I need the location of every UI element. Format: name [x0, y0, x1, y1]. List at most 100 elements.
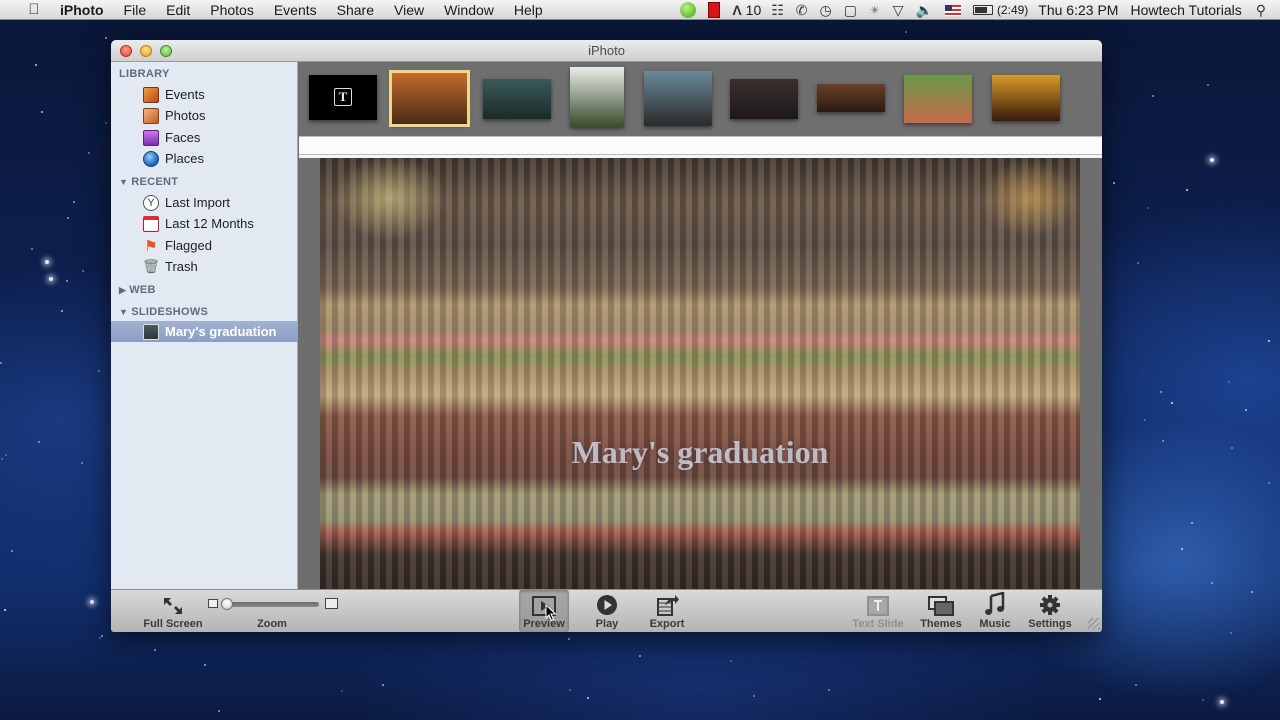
- music-button[interactable]: Music: [975, 590, 1015, 632]
- section-header-library: LIBRARY: [119, 68, 170, 80]
- settings-button[interactable]: Settings: [1024, 590, 1076, 632]
- sidebar-item-last-12-months[interactable]: Last 12 Months: [111, 213, 298, 234]
- display-icon[interactable]: ▢: [844, 2, 857, 19]
- zoom-large-icon: [325, 598, 338, 609]
- thumbnail-fireworks[interactable]: [992, 75, 1060, 121]
- title-bar[interactable]: iPhoto: [111, 40, 1102, 62]
- star: [1, 457, 4, 460]
- menu-help[interactable]: Help: [514, 2, 543, 18]
- thumbnail-tower-group[interactable]: [570, 67, 624, 127]
- thumbnail-title-slide[interactable]: T: [309, 75, 377, 120]
- star: [1159, 390, 1162, 393]
- star: [1229, 632, 1232, 635]
- status-green-icon[interactable]: [680, 2, 697, 18]
- slide-canvas: Mary's graduation: [299, 158, 1102, 589]
- menu-file[interactable]: File: [124, 2, 147, 18]
- star: [638, 654, 641, 657]
- spotlight-search-icon[interactable]: ⚲: [1256, 2, 1266, 19]
- sidebar-item-label: Flagged: [165, 238, 212, 253]
- menu-view[interactable]: View: [394, 2, 424, 18]
- menu-app-name[interactable]: iPhoto: [60, 2, 104, 18]
- menu-share[interactable]: Share: [337, 2, 374, 18]
- status-recording-icon[interactable]: [708, 2, 721, 18]
- section-header-web[interactable]: ▶ WEB: [119, 284, 156, 296]
- photos-icon: [143, 107, 159, 124]
- sidebar-item-label: Faces: [165, 130, 201, 145]
- input-source-flag-icon[interactable]: [944, 4, 961, 16]
- bright-star: [1220, 700, 1224, 704]
- sidebar-item-marys-graduation[interactable]: Mary's graduation: [111, 321, 298, 342]
- minimize-button[interactable]: [140, 45, 152, 57]
- source-list-sidebar: LIBRARY Events Photos Faces Places ▼ RECE…: [111, 62, 298, 589]
- star: [1185, 188, 1188, 191]
- current-slide-image[interactable]: Mary's graduation: [320, 158, 1080, 589]
- star: [1147, 206, 1150, 209]
- star: [0, 362, 3, 365]
- bluetooth-icon[interactable]: ✴: [869, 2, 881, 19]
- star: [66, 279, 69, 282]
- apple-logo-icon[interactable]: : [26, 1, 42, 18]
- menu-edit[interactable]: Edit: [166, 2, 190, 18]
- preview-button[interactable]: Preview: [519, 590, 569, 632]
- menu-bar:  iPhoto File Edit Photos Events Share V…: [0, 0, 1280, 20]
- bright-star: [49, 277, 53, 281]
- events-icon: [143, 86, 159, 103]
- thumbnail-graduates-outdoor[interactable]: [644, 71, 712, 126]
- play-button[interactable]: Play: [587, 590, 627, 632]
- text-slide-button[interactable]: Text Slide: [849, 590, 907, 632]
- star: [586, 697, 589, 699]
- user-menu[interactable]: Howtech Tutorials: [1130, 2, 1241, 18]
- sidebar-item-flagged[interactable]: ⚑ Flagged: [111, 235, 298, 256]
- disclosure-triangle-down-icon[interactable]: ▼: [119, 177, 128, 187]
- window-resize-grip[interactable]: [1088, 618, 1100, 630]
- star: [104, 36, 107, 39]
- close-button[interactable]: [120, 45, 132, 57]
- star: [1210, 582, 1213, 585]
- menu-window[interactable]: Window: [444, 2, 494, 18]
- volume-icon[interactable]: 🔈: [916, 2, 933, 19]
- thumbnail-ceremony-hall[interactable]: [389, 70, 470, 127]
- zoom-slider[interactable]: [221, 598, 319, 610]
- slide-title-text[interactable]: Mary's graduation: [320, 434, 1080, 471]
- full-screen-button[interactable]: Full Screen: [139, 590, 207, 632]
- sidebar-item-trash[interactable]: 🗑 Trash: [111, 256, 298, 277]
- menu-events[interactable]: Events: [274, 2, 317, 18]
- zoom-window-button[interactable]: [160, 45, 172, 57]
- bright-star: [45, 260, 49, 264]
- section-header-slideshows[interactable]: ▼ SLIDESHOWS: [119, 306, 208, 318]
- phone-icon[interactable]: ✆: [796, 2, 808, 19]
- mouse-pointer-icon: [545, 604, 557, 622]
- settings-gear-icon: [1040, 595, 1060, 615]
- wifi-icon[interactable]: ▽: [893, 2, 904, 19]
- time-machine-icon[interactable]: ◷: [820, 2, 832, 19]
- disclosure-triangle-right-icon[interactable]: ▶: [119, 285, 126, 295]
- thumbnail-hall-dim[interactable]: [817, 84, 885, 112]
- menu-photos[interactable]: Photos: [210, 2, 254, 18]
- star: [1207, 84, 1210, 87]
- zoom-slider-knob[interactable]: [221, 598, 233, 610]
- network-share-icon[interactable]: ☷: [771, 2, 784, 19]
- trash-icon: 🗑: [142, 258, 160, 274]
- themes-button[interactable]: Themes: [916, 590, 966, 632]
- sidebar-item-label: Events: [165, 87, 205, 102]
- sidebar-item-faces[interactable]: Faces: [111, 127, 298, 148]
- sidebar-item-photos[interactable]: Photos: [111, 105, 298, 126]
- star: [30, 247, 33, 250]
- star: [203, 664, 206, 667]
- sidebar-item-events[interactable]: Events: [111, 84, 298, 105]
- sidebar-item-label: Photos: [165, 108, 206, 123]
- thumbnail-champagne-glasses[interactable]: [904, 75, 972, 123]
- thumbnail-crowd-stadium[interactable]: [483, 79, 551, 119]
- adobe-updates-icon[interactable]: Λ: [732, 2, 741, 18]
- disclosure-triangle-down-icon[interactable]: ▼: [119, 307, 128, 317]
- clock[interactable]: Thu 6:23 PM: [1038, 2, 1118, 18]
- section-header-recent[interactable]: ▼ RECENT: [119, 176, 178, 188]
- star: [568, 689, 571, 692]
- battery-icon[interactable]: [972, 5, 993, 15]
- star: [1267, 340, 1270, 343]
- export-button[interactable]: Export: [645, 590, 689, 632]
- sidebar-item-last-import[interactable]: Y Last Import: [111, 192, 298, 213]
- sidebar-item-places[interactable]: Places: [111, 148, 298, 169]
- thumbnail-two-graduates[interactable]: [730, 79, 798, 119]
- star: [1170, 402, 1173, 405]
